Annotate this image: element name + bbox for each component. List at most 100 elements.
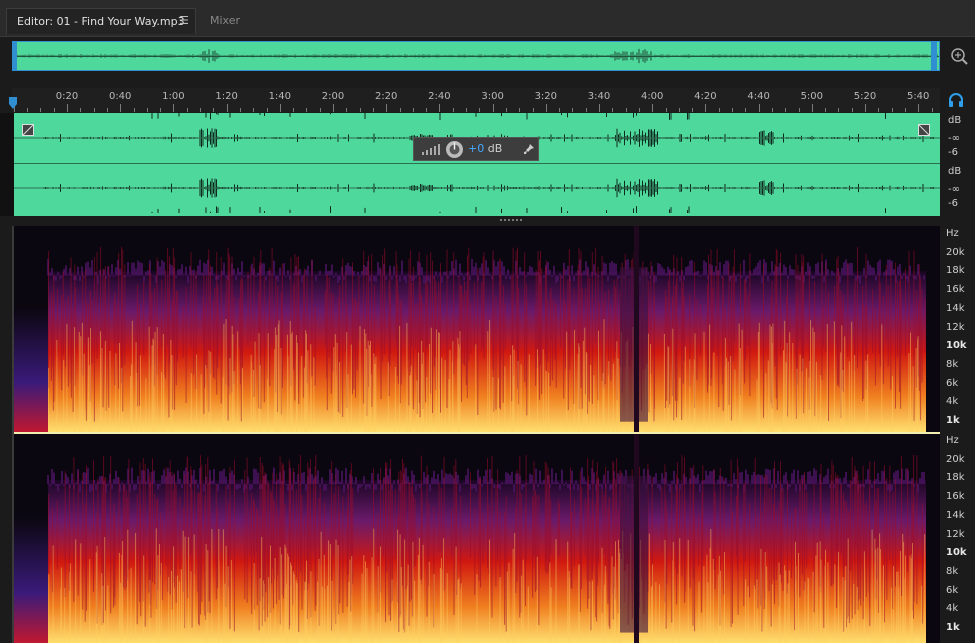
frequency-label: 18k [946, 472, 965, 484]
headphones-icon[interactable] [948, 92, 964, 108]
ruler-tick [891, 108, 893, 112]
ruler-tick [106, 108, 108, 112]
frequency-label: 4k [946, 603, 959, 615]
fade-in-handle-icon[interactable] [22, 124, 34, 136]
overview-navigator[interactable] [12, 41, 940, 71]
ruler-tick [346, 108, 348, 112]
frequency-label: 12k [946, 321, 965, 333]
ruler-tick-label: 0:20 [55, 91, 79, 102]
ruler-tick [466, 108, 467, 112]
ruler-tick-label: 4:40 [747, 91, 770, 102]
ruler-tick [479, 108, 481, 112]
ruler-tick [732, 108, 733, 112]
ruler-tick [638, 108, 640, 112]
ruler-tick [585, 108, 587, 112]
ruler-tick [359, 108, 361, 112]
db-label: dB [948, 115, 962, 126]
frequency-label: 8k [946, 565, 959, 577]
ruler-tick [519, 108, 521, 112]
ruler-tick [213, 108, 215, 112]
tab-mixer[interactable]: Mixer [200, 8, 268, 34]
ruler-tick [665, 108, 667, 112]
ruler-tick [27, 108, 29, 112]
ruler-tick [918, 104, 920, 112]
amplitude-scale: dB -∞ -6 dB -∞ -6 [940, 113, 975, 216]
tab-editor[interactable]: Editor: 01 - Find Your Way.mp3 ☰ [6, 8, 196, 34]
ruler-tick-label: 4:00 [640, 91, 664, 102]
gain-knob[interactable] [445, 140, 464, 159]
frequency-label: 14k [946, 302, 965, 314]
ruler-tick [67, 104, 68, 112]
fade-out-handle-icon[interactable] [918, 124, 930, 136]
ruler-tick [678, 108, 680, 112]
waveform-peaks [14, 113, 940, 213]
ruler-tick-label: 1:40 [268, 91, 292, 102]
panel-resize-grip[interactable] [500, 218, 524, 222]
db-label: dB [948, 166, 962, 177]
ruler-tick [798, 108, 800, 112]
ruler-tick [865, 104, 866, 112]
ruler-tick [80, 108, 82, 112]
frequency-label: 16k [946, 284, 965, 296]
ruler-tick [306, 108, 308, 112]
frequency-label: 1k [946, 415, 960, 426]
ruler-tick [53, 108, 55, 112]
ruler-tick-label: 5:20 [853, 91, 877, 102]
ruler-tick [904, 108, 906, 112]
ruler-tick [612, 108, 614, 112]
ruler-tick [545, 104, 547, 112]
ruler-tick-label: 5:00 [800, 91, 824, 102]
ruler-tick [771, 108, 773, 112]
db-label: -∞ [948, 133, 960, 144]
level-meter-icon [422, 144, 440, 155]
spectral-frequency-display[interactable] [14, 226, 940, 643]
frequency-label: 8k [946, 358, 959, 370]
tab-editor-label: Editor: 01 - Find Your Way.mp3 [17, 15, 185, 28]
ruler-tick-label: 2:40 [428, 91, 451, 102]
frequency-label: 12k [946, 528, 965, 540]
hud-gain-control[interactable]: +0 dB [413, 137, 539, 161]
ruler-tick-label: 0:40 [108, 91, 132, 102]
channel-separator [14, 432, 940, 434]
overview-waveform [13, 42, 938, 70]
ruler-tick-label: 3:20 [534, 91, 558, 102]
gain-number: +0 [468, 142, 485, 155]
ruler-tick [333, 104, 334, 112]
ruler-tick [811, 104, 813, 112]
playhead-icon[interactable] [8, 97, 18, 109]
ruler-tick [931, 108, 933, 112]
ruler-tick-label: 1:20 [215, 91, 238, 102]
ruler-tick [93, 108, 95, 112]
gain-value[interactable]: +0 dB [468, 142, 502, 155]
frequency-label: 20k [946, 246, 965, 258]
frequency-scale: Hz 20k 18k 16k 14k 12k 10k 8k 6k 4k 1k Hz 20k 18k 16k 1… [940, 226, 975, 643]
pin-icon[interactable] [523, 143, 535, 155]
db-label: -∞ [948, 184, 960, 195]
ruler-tick [386, 104, 388, 112]
ruler-tick [319, 108, 321, 112]
frequency-label: 16k [946, 491, 965, 503]
frequency-label: 6k [946, 377, 959, 389]
ruler-tick-label: 1:00 [162, 91, 185, 102]
zoom-navigator-icon[interactable] [948, 45, 970, 67]
ruler-tick [133, 108, 135, 112]
ruler-tick [399, 108, 401, 112]
waveform-display[interactable] [14, 113, 940, 216]
spectrogram-right-channel [14, 434, 940, 643]
ruler-tick-label: 3:00 [481, 91, 504, 102]
ruler-tick-label: 3:40 [587, 91, 611, 102]
ruler-tick [120, 104, 122, 112]
frequency-label: Hz [946, 228, 959, 239]
ruler-tick [239, 108, 241, 112]
waveform-left-gutter [0, 113, 14, 216]
ruler-tick [40, 108, 42, 112]
ruler-tick [718, 108, 720, 112]
frequency-label: 1k [946, 622, 960, 633]
menu-icon[interactable]: ☰ [179, 14, 189, 27]
ruler-tick [426, 108, 428, 112]
ruler-tick [599, 104, 600, 112]
ruler-tick [226, 104, 228, 112]
time-ruler[interactable]: 0:20 0:40 1:00 1:20 1:40 2:00 2:20 2:40 3:00 3:20… [12, 88, 940, 112]
db-label: -6 [948, 198, 958, 209]
frequency-label: 14k [946, 509, 965, 521]
